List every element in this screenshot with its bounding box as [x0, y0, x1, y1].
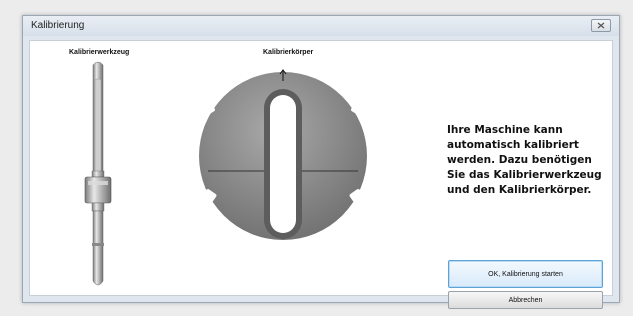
close-button[interactable] [591, 19, 611, 32]
title-bar[interactable]: Kalibrierung [23, 16, 619, 36]
start-calibration-button[interactable]: OK, Kalibrierung starten [448, 260, 603, 288]
dialog-content: Kalibrierwerkzeug Kalibrierkörper Ihre M… [29, 40, 613, 309]
calibration-dialog: Kalibrierung Kalibrierwerkzeug Kalibrier… [22, 15, 620, 309]
body-label: Kalibrierkörper [263, 49, 314, 56]
calibration-tool-image [84, 61, 112, 286]
tool-label: Kalibrierwerkzeug [69, 49, 130, 56]
window-title: Kalibrierung [31, 20, 85, 31]
info-message: Ihre Maschine kann automatisch kalibrier… [447, 124, 602, 196]
cancel-button[interactable]: Abbrechen [448, 291, 603, 309]
close-icon [597, 22, 605, 29]
calibration-body-image [199, 69, 367, 240]
